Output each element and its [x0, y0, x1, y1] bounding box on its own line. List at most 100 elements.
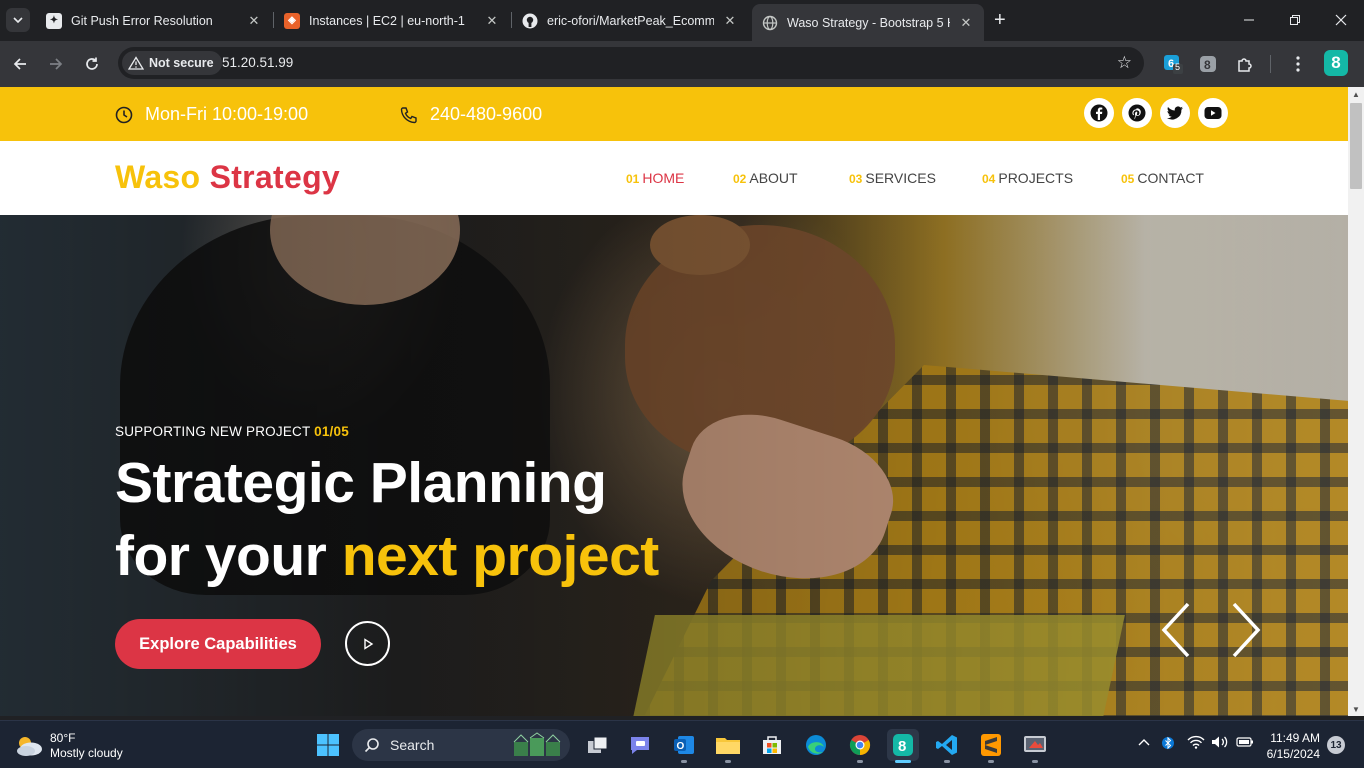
nav-label: CONTACT	[1137, 170, 1204, 186]
minimize-icon[interactable]	[1226, 8, 1272, 32]
play-video-button[interactable]	[345, 621, 390, 666]
task-view-icon[interactable]	[582, 729, 614, 761]
scroll-up-icon[interactable]: ▲	[1351, 89, 1361, 99]
scrollbar-thumb[interactable]	[1350, 103, 1362, 189]
weather-desc: Mostly cloudy	[50, 746, 123, 760]
extension-badge: 5	[1175, 62, 1181, 72]
clock-time: 11:49 AM	[1270, 731, 1320, 745]
logo-part-1: Waso	[115, 159, 201, 195]
notification-badge[interactable]: 13	[1327, 736, 1345, 754]
pinterest-icon[interactable]	[1122, 98, 1152, 128]
outlook-icon[interactable]: O	[668, 729, 700, 763]
battery-icon[interactable]	[1236, 735, 1254, 752]
nav-label: HOME	[642, 170, 685, 186]
svg-text:8: 8	[898, 738, 906, 755]
extension-8-icon[interactable]: 8	[1197, 53, 1219, 75]
browser-tab-bar: ✦ Git Push Error Resolution ✕ ◈ Instance…	[0, 0, 1364, 41]
hours-text: Mon-Fri 10:00-19:00	[145, 104, 309, 124]
forward-icon[interactable]	[44, 52, 68, 76]
close-icon[interactable]: ✕	[958, 15, 974, 31]
search-icon	[364, 738, 379, 753]
nav-about[interactable]: 02 ABOUT	[733, 170, 798, 186]
site-topbar: Mon-Fri 10:00-19:00 240-480-9600	[0, 87, 1348, 141]
youtube-icon[interactable]	[1198, 98, 1228, 128]
extension-icon[interactable]: 6 5	[1162, 53, 1184, 75]
phone-text[interactable]: 240-480-9600	[430, 104, 542, 125]
cloudy-weather-icon	[17, 737, 42, 756]
back-icon[interactable]	[8, 52, 32, 76]
hero-title-line-2: for your next project	[115, 524, 659, 588]
nav-contact[interactable]: 05 CONTACT	[1121, 170, 1204, 186]
windows-start-icon[interactable]	[312, 729, 344, 761]
taskbar-search[interactable]: Search	[352, 729, 570, 761]
nav-home[interactable]: 01 HOME	[626, 170, 684, 186]
site-logo[interactable]: Waso Strategy	[115, 159, 340, 196]
more-menu-icon[interactable]	[1287, 53, 1309, 75]
vscode-icon[interactable]	[931, 729, 963, 763]
search-highlight-icon	[513, 732, 561, 756]
browser-tab-active[interactable]: Waso Strategy - Bootstrap 5 HT ✕	[752, 4, 984, 41]
tab-search-button[interactable]	[6, 8, 30, 32]
weather-widget[interactable]: 80°F Mostly cloudy	[14, 731, 123, 761]
browser-tab[interactable]: ✦ Git Push Error Resolution ✕	[36, 4, 272, 37]
volume-icon[interactable]	[1211, 735, 1229, 752]
nav-number: 02	[733, 172, 747, 186]
close-icon[interactable]: ✕	[722, 13, 738, 29]
bluetooth-icon[interactable]	[1162, 735, 1174, 754]
chevron-down-icon	[13, 17, 23, 23]
show-hidden-icons[interactable]	[1138, 735, 1150, 750]
page-scrollbar[interactable]: ▲ ▼	[1348, 87, 1364, 716]
microsoft-store-icon[interactable]	[756, 729, 788, 761]
slider-prev-icon[interactable]	[1158, 600, 1198, 660]
puzzle-icon[interactable]	[1234, 53, 1256, 75]
nav-label: SERVICES	[865, 170, 936, 186]
search-label: Search	[390, 737, 435, 753]
edge-icon[interactable]	[800, 729, 832, 761]
twitter-icon[interactable]	[1160, 98, 1190, 128]
bookmark-star-icon[interactable]: ☆	[1117, 53, 1132, 73]
app-8-icon[interactable]: 8	[887, 729, 919, 763]
reload-icon[interactable]	[80, 52, 104, 76]
browser-tab[interactable]: ◈ Instances | EC2 | eu-north-1 ✕	[274, 4, 510, 37]
security-label: Not secure	[149, 56, 214, 70]
hours-info: Mon-Fri 10:00-19:00	[115, 104, 308, 125]
slide-counter: 01/05	[314, 424, 349, 439]
explore-capabilities-button[interactable]: Explore Capabilities	[115, 619, 321, 669]
phone-icon	[400, 106, 417, 123]
browser-tab[interactable]: eric-ofori/MarketPeak_Ecomme ✕	[512, 4, 748, 37]
teams-chat-icon[interactable]	[624, 729, 656, 761]
hero-subtitle: SUPPORTING NEW PROJECT 01/05	[115, 424, 349, 439]
nav-services[interactable]: 03 SERVICES	[849, 170, 936, 186]
hero-title-line-1: Strategic Planning	[115, 451, 607, 515]
facebook-icon[interactable]	[1084, 98, 1114, 128]
url-text[interactable]: 51.20.51.99	[222, 55, 293, 70]
hero-subtitle-text: SUPPORTING NEW PROJECT	[115, 424, 311, 439]
nav-label: PROJECTS	[998, 170, 1074, 186]
sublime-text-icon[interactable]	[975, 729, 1007, 763]
web-page: Mon-Fri 10:00-19:00 240-480-9600 Waso St…	[0, 87, 1348, 716]
window-close-icon[interactable]	[1318, 8, 1364, 32]
file-explorer-icon[interactable]	[712, 729, 744, 763]
nav-number: 01	[626, 172, 640, 186]
restore-icon[interactable]	[1272, 8, 1318, 32]
clock-date: 6/15/2024	[1266, 747, 1320, 761]
site-info-chip[interactable]: Not secure	[122, 51, 222, 75]
close-icon[interactable]: ✕	[246, 13, 262, 29]
chrome-icon[interactable]	[844, 729, 876, 763]
slider-next-icon[interactable]	[1226, 600, 1266, 660]
scroll-down-icon[interactable]: ▼	[1351, 704, 1361, 714]
svg-text:8: 8	[1204, 58, 1211, 72]
site-navbar: Waso Strategy 01 HOME 02 ABOUT 03 SERVICES …	[0, 141, 1348, 215]
profile-avatar[interactable]: 8	[1324, 50, 1348, 76]
new-tab-button[interactable]: +	[994, 10, 1006, 30]
svg-text:O: O	[677, 741, 685, 752]
snipping-tool-icon[interactable]	[1019, 729, 1051, 763]
wifi-icon[interactable]	[1187, 735, 1205, 752]
close-icon[interactable]: ✕	[484, 13, 500, 29]
weather-temp: 80°F	[50, 731, 76, 745]
system-clock[interactable]: 11:49 AM 6/15/2024	[1262, 730, 1320, 762]
address-bar[interactable]: Not secure 51.20.51.99 ☆	[118, 47, 1144, 79]
tab-title: Instances | EC2 | eu-north-1	[309, 13, 465, 28]
nav-projects[interactable]: 04 PROJECTS	[982, 170, 1073, 186]
clock-icon	[115, 106, 133, 123]
